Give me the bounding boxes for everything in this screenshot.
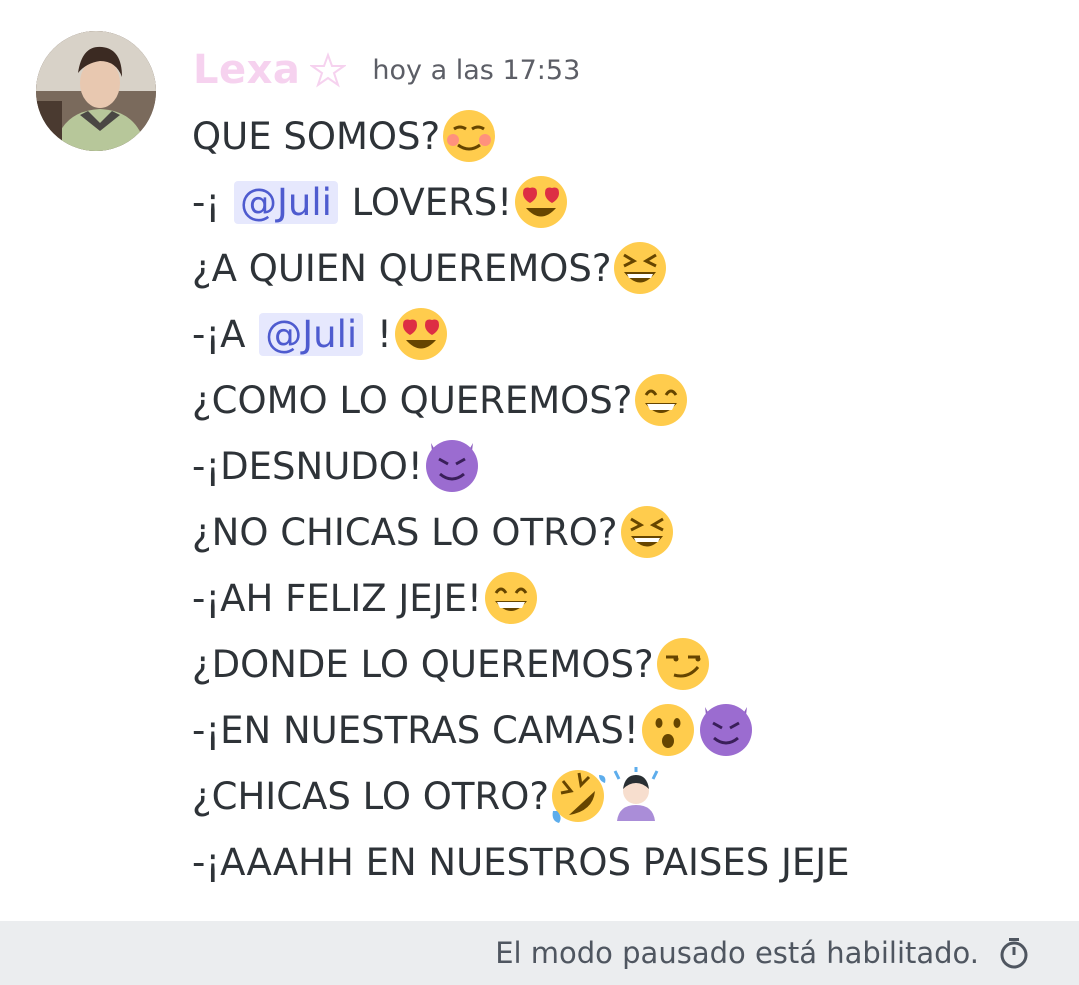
slowmode-text: El modo pausado está habilitado. <box>495 936 979 970</box>
message-line: -¡AH FELIZ JEJE! <box>192 565 1072 631</box>
message-line: -¡ @Juli LOVERS! <box>192 169 1072 235</box>
person-bowing-icon <box>613 767 659 821</box>
hushed-face-icon <box>641 704 694 756</box>
message-text: ! <box>365 312 392 356</box>
message-line: -¡DESNUDO! <box>192 433 1072 499</box>
laughing-face-icon <box>620 506 673 558</box>
smiling-imp-icon <box>699 704 752 756</box>
message-text: LOVERS! <box>339 180 513 224</box>
message-text: QUE SOMOS? <box>192 114 441 158</box>
smirking-face-icon <box>656 638 709 690</box>
avatar[interactable] <box>36 31 156 151</box>
smiling-face-icon <box>443 110 496 162</box>
message-line: ¿NO CHICAS LO OTRO? <box>192 499 1072 565</box>
message-header: Lexa hoy a las 17:53 <box>193 42 580 98</box>
message-line: ¿DONDE LO QUEREMOS? <box>192 631 1072 697</box>
message-text: -¡ <box>192 180 232 224</box>
user-mention[interactable]: @Juli <box>233 180 338 224</box>
message-line: -¡AAAHH EN NUESTROS PAISES JEJE <box>192 829 1072 895</box>
message-line: QUE SOMOS? <box>192 103 1072 169</box>
username[interactable]: Lexa <box>193 47 300 93</box>
message-text: ¿A QUIEN QUEREMOS? <box>192 246 612 290</box>
stopwatch-icon <box>1000 938 1028 969</box>
heart-eyes-icon <box>515 176 568 228</box>
rolling-laughing-icon <box>551 770 606 823</box>
message-text: ¿CHICAS LO OTRO? <box>192 774 549 818</box>
laughing-face-icon <box>614 242 667 294</box>
message-text: ¿NO CHICAS LO OTRO? <box>192 510 618 554</box>
message-text: ¿DONDE LO QUEREMOS? <box>192 642 654 686</box>
message-line: -¡A @Juli ! <box>192 301 1072 367</box>
slowmode-bar: El modo pausado está habilitado. <box>0 921 1079 985</box>
message-text: -¡A <box>192 312 258 356</box>
grinning-face-icon <box>635 374 688 426</box>
message-line: -¡EN NUESTRAS CAMAS! <box>192 697 1072 763</box>
message-content: QUE SOMOS? -¡ @Juli LOVERS! ¿A QUIEN QUERE… <box>192 103 1072 895</box>
message-text: ¿COMO LO QUEREMOS? <box>192 378 633 422</box>
message-text: -¡DESNUDO! <box>192 444 423 488</box>
message-text: -¡EN NUESTRAS CAMAS! <box>192 708 639 752</box>
user-mention[interactable]: @Juli <box>259 312 364 356</box>
message-line: ¿A QUIEN QUEREMOS? <box>192 235 1072 301</box>
beaming-face-icon <box>484 572 537 624</box>
message-line: ¿CHICAS LO OTRO? <box>192 763 1072 829</box>
message-text: -¡AAAHH EN NUESTROS PAISES JEJE <box>192 840 850 884</box>
message-line: ¿COMO LO QUEREMOS? <box>192 367 1072 433</box>
message-text: -¡AH FELIZ JEJE! <box>192 576 482 620</box>
heart-eyes-icon <box>394 308 447 360</box>
smiling-imp-icon <box>425 440 478 492</box>
message-timestamp[interactable]: hoy a las 17:53 <box>372 55 580 86</box>
pentagram-icon <box>310 52 347 88</box>
